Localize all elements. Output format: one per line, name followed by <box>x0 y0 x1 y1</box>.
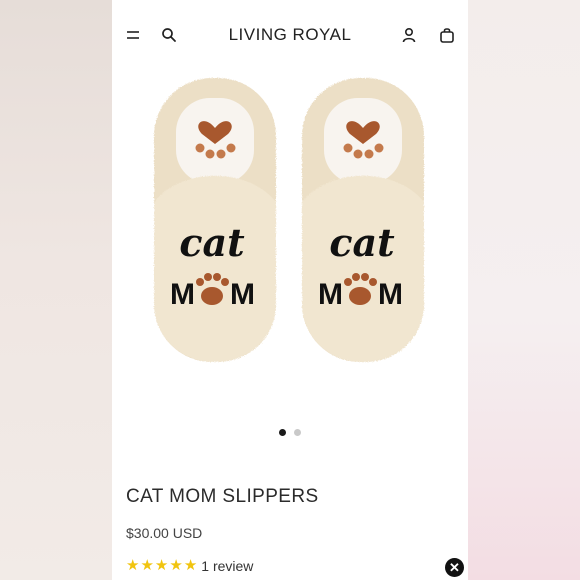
background-right <box>468 0 580 580</box>
slipper-text-m-left: M <box>318 278 343 311</box>
star-icon: ★ <box>126 557 140 574</box>
product-rating[interactable]: ★ ★ ★ ★ ★ 1 review <box>126 556 253 576</box>
search-button[interactable] <box>158 24 180 46</box>
review-count-link[interactable]: 1 review <box>201 558 253 574</box>
slipper-text-cat: cat <box>179 220 245 265</box>
right-slipper: cat M M <box>302 78 424 362</box>
close-button[interactable]: ✕ <box>445 558 464 577</box>
account-button[interactable] <box>398 24 420 46</box>
slipper-text-m-right: M <box>378 278 403 311</box>
star-icon: ★ <box>154 557 169 574</box>
mobile-product-page: LIVING ROYAL cat M M cat M M CAT MOM SLI… <box>112 0 468 580</box>
cart-button[interactable] <box>436 24 458 46</box>
menu-button[interactable] <box>122 24 144 46</box>
menu-icon <box>127 31 139 39</box>
carousel-dots <box>112 429 468 437</box>
carousel-dot-1[interactable] <box>279 429 286 436</box>
background-left <box>0 0 112 580</box>
site-header: LIVING ROYAL <box>112 0 468 70</box>
product-image[interactable]: cat M M cat M M <box>142 72 438 372</box>
product-title: CAT MOM SLIPPERS <box>126 486 319 507</box>
star-icon: ★ <box>183 557 198 574</box>
left-slipper: cat M M <box>154 78 276 362</box>
carousel-dot-2[interactable] <box>294 429 301 436</box>
product-price: $30.00 USD <box>126 525 203 541</box>
close-icon: ✕ <box>449 560 460 575</box>
star-icon: ★ <box>140 557 154 574</box>
slipper-text-m-left: M <box>170 278 195 311</box>
star-icon: ★ <box>169 557 183 574</box>
slipper-text-m-right: M <box>230 278 255 311</box>
search-icon <box>162 28 176 42</box>
brand-logo[interactable]: LIVING ROYAL <box>229 25 352 44</box>
slipper-text-cat: cat <box>329 220 395 265</box>
cart-icon <box>440 28 454 43</box>
account-icon <box>402 27 416 43</box>
